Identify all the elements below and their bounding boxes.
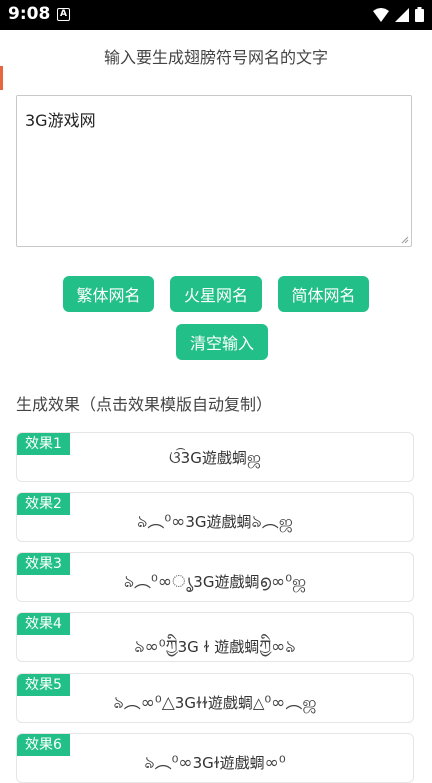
wing-right: ཀྱི∞ঌ [259,637,296,657]
clear-input-button[interactable]: 清空输入 [176,324,268,360]
result-text: ঌ︵∞⁰△3Gɫɫ遊戲蜩△⁰∞︵ஜ [17,688,413,718]
wing-left: ঌ︵⁰∞ [144,753,193,773]
traditional-name-button[interactable]: 繁体网名 [63,276,154,312]
resize-handle-icon[interactable] [401,236,409,244]
wing-left: ঌ︵∞⁰△ [113,693,175,713]
results-title: 生成效果（点击效果模版自动复制） [16,395,273,414]
result-text: ଓ͡3G遊戲蜩ஜ [17,447,413,470]
wing-right: ∞⁰ [264,753,286,773]
result-card[interactable]: 效果6 ঌ︵⁰∞3Gɫ遊戲蜩∞⁰ [16,733,414,783]
result-text: ঌ︵⁰∞ൃ3G遊戲蜩൭∞⁰ஜ [17,567,413,597]
result-card[interactable]: 效果5 ঌ︵∞⁰△3Gɫɫ遊戲蜩△⁰∞︵ஜ [16,673,414,723]
result-core: 3G遊戲蜩 [185,513,252,531]
wing-left: ঌ︵⁰∞ൃ [123,572,194,592]
result-core: 3G遊戲蜩 [180,449,247,467]
result-card[interactable]: 效果3 ঌ︵⁰∞ൃ3G遊戲蜩൭∞⁰ஜ [16,552,414,602]
result-core: 3Gɫɫ遊戲蜩△ [174,694,265,712]
wing-left: ঌ︵⁰∞ [137,512,186,532]
result-card[interactable]: 效果1 ଓ͡3G遊戲蜩ஜ [16,432,414,482]
result-text: ঌ︵⁰∞3G遊戲蜩ঌ︵ஜ [17,507,413,537]
name-input[interactable]: 3G游戏网 [16,95,412,247]
result-card[interactable]: 效果4 ঌ∞⁰ཀྱི3G ɫ 遊戲蜩ཀྱི∞ঌ [16,612,414,662]
status-icons [373,7,424,22]
wing-right: ⁰∞︵ஜ [264,693,317,713]
status-bar: 9:08 A [0,0,432,30]
wing-right: ঌ︵ஜ [251,512,293,532]
wing-right: ஜ [246,448,262,468]
wing-left: ঌ∞⁰ཀྱི [134,637,178,657]
status-time: 9:08 [8,4,51,24]
wifi-icon [373,7,389,22]
result-core: 3Gɫ遊戲蜩 [192,754,265,772]
result-card[interactable]: 效果2 ঌ︵⁰∞3G遊戲蜩ঌ︵ஜ [16,492,414,542]
simplified-name-button[interactable]: 简体网名 [278,276,369,312]
result-core: 3G遊戲蜩 [193,573,260,591]
wing-right: ൭∞⁰ஜ [259,572,307,592]
martian-name-button[interactable]: 火星网名 [170,276,262,312]
battery-icon [415,7,424,22]
signal-icon [395,7,409,22]
wing-left: ଓ͡ [168,448,181,468]
notification-icon: A [57,8,70,21]
name-input-value: 3G游戏网 [25,111,96,130]
edge-indicator [0,66,3,90]
result-text: ঌ∞⁰ཀྱི3G ɫ 遊戲蜩ཀྱི∞ঌ [17,627,413,661]
result-text: ঌ︵⁰∞3Gɫ遊戲蜩∞⁰ [17,748,413,778]
input-prompt-label: 输入要生成翅膀符号网名的文字 [103,48,328,67]
result-core: 3G ɫ 遊戲蜩 [177,638,260,656]
